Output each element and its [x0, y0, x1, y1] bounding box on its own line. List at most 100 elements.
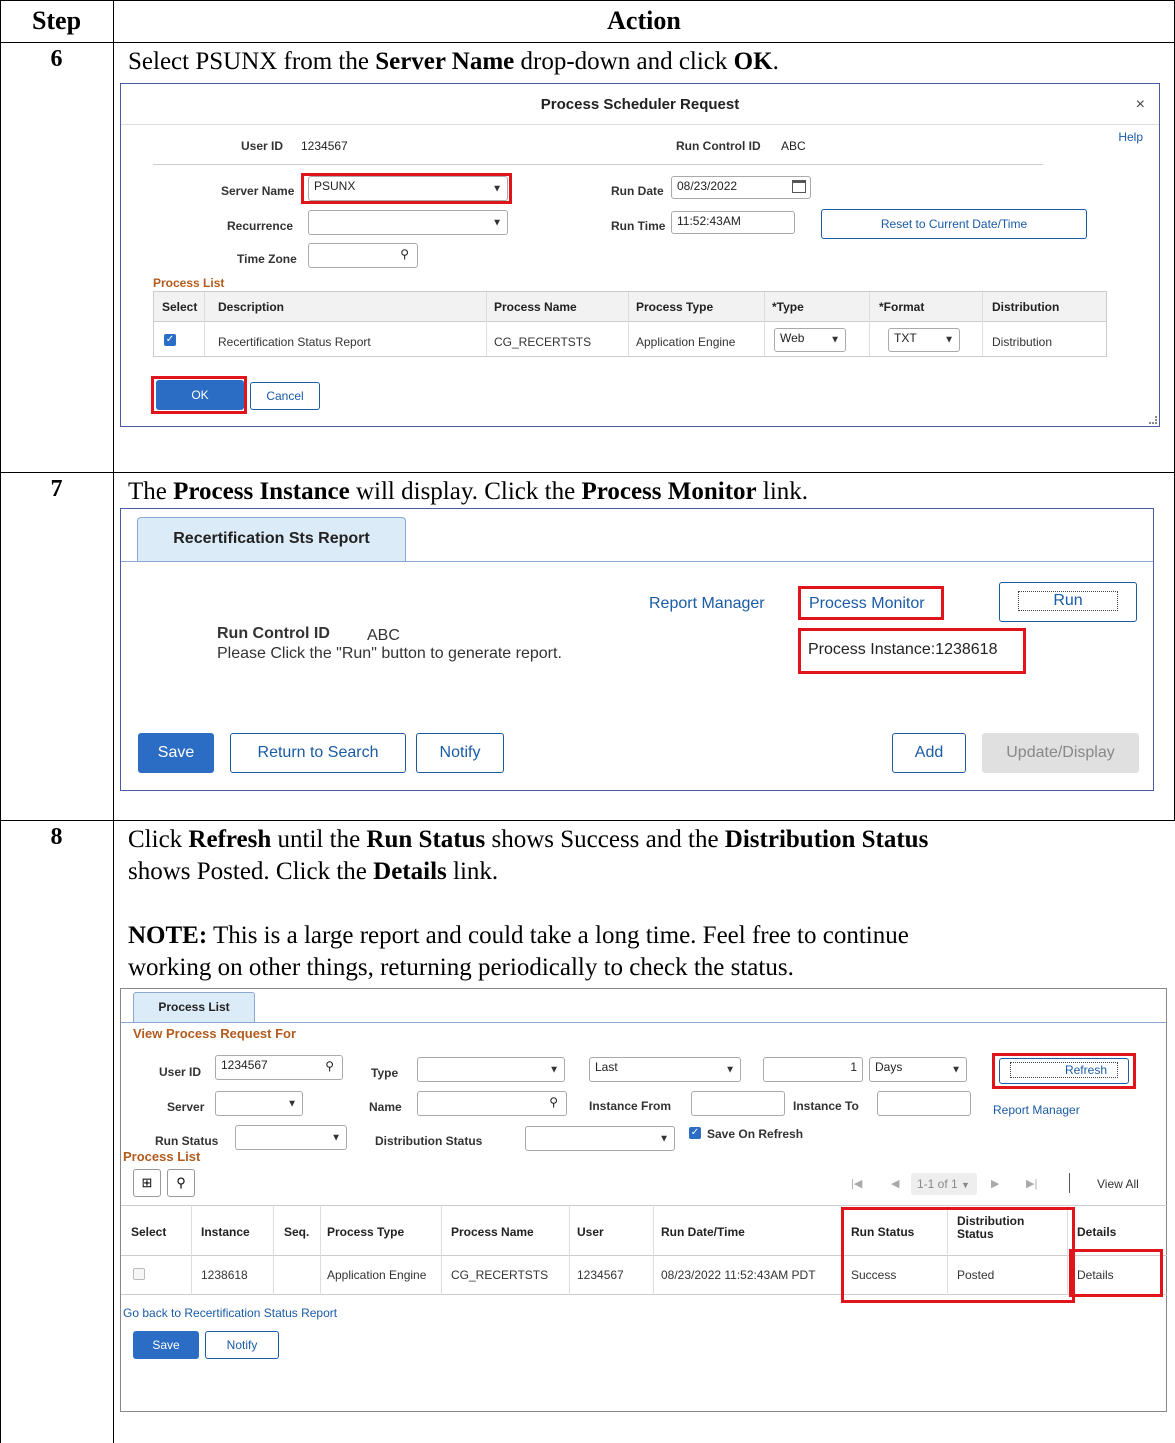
return-to-search-button[interactable]: Return to Search	[230, 733, 406, 773]
col-process-type: Process Type	[636, 300, 714, 314]
process-list-label: Process List	[123, 1149, 201, 1164]
save-on-refresh-label: Save On Refresh	[707, 1127, 804, 1141]
run-date-label: Run Date	[611, 184, 664, 198]
col-details: Details	[1077, 1225, 1117, 1239]
select-checkbox[interactable]: ✓	[164, 334, 176, 346]
next-page-icon[interactable]: ▶	[991, 1177, 999, 1190]
col-type: *Type	[772, 300, 804, 314]
user-id-input[interactable]: 1234567 ⚲	[215, 1055, 343, 1080]
instance-from-input[interactable]	[691, 1091, 785, 1116]
step7-instruction: The Process Instance will display. Click…	[128, 478, 809, 505]
last-page-icon[interactable]: ▶|	[1026, 1177, 1037, 1190]
details-link-highlight	[1069, 1249, 1163, 1297]
process-instance-text: Process Instance:1238618	[808, 641, 998, 658]
help-link[interactable]: Help	[1118, 130, 1143, 144]
col-process-type: Process Type	[327, 1225, 405, 1239]
instance-to-label: Instance To	[793, 1099, 859, 1113]
find-icon[interactable]: ⚲	[167, 1169, 195, 1197]
report-manager-link[interactable]: Report Manager	[993, 1103, 1080, 1117]
run-date-input[interactable]: 08/23/2022	[671, 176, 811, 199]
server-select[interactable]: ▼	[215, 1091, 303, 1116]
col-distribution: Distribution	[992, 300, 1060, 314]
col-description: Description	[218, 300, 285, 314]
calendar-icon[interactable]	[792, 180, 806, 193]
save-button[interactable]: Save	[138, 733, 214, 773]
chevron-down-icon: ▼	[830, 334, 840, 346]
col-seq: Seq.	[284, 1225, 310, 1239]
col-run-datetime: Run Date/Time	[661, 1225, 745, 1239]
add-button[interactable]: Add	[892, 733, 966, 773]
process-monitor-panel: Process List View Process Request For Us…	[120, 988, 1167, 1412]
process-list-label: Process List	[153, 276, 225, 290]
time-zone-label: Time Zone	[237, 252, 297, 266]
instance-from-label: Instance From	[589, 1099, 672, 1113]
run-control-id-value: ABC	[367, 627, 400, 644]
name-input[interactable]: ⚲	[417, 1091, 567, 1116]
row-process-name: CG_RECERTSTS	[494, 335, 592, 349]
refresh-button[interactable]: Refresh	[999, 1058, 1129, 1084]
step-number-6: 6	[50, 46, 63, 72]
view-all-link[interactable]: View All	[1097, 1177, 1139, 1191]
recert-report-panel: Recertification Sts Report Run Control I…	[120, 508, 1154, 791]
col-user: User	[577, 1225, 604, 1239]
col-select: Select	[131, 1225, 167, 1239]
format-select[interactable]: TXT ▼	[888, 328, 960, 352]
run-time-input[interactable]: 11:52:43AM	[671, 211, 795, 234]
search-icon[interactable]: ⚲	[549, 1095, 558, 1109]
col-process-name: Process Name	[494, 300, 577, 314]
tab-recert-sts-report[interactable]: Recertification Sts Report	[137, 517, 406, 561]
row-select-checkbox[interactable]	[133, 1268, 145, 1280]
first-page-icon[interactable]: |◀	[851, 1177, 862, 1190]
instance-to-input[interactable]	[877, 1091, 971, 1116]
chevron-down-icon: ▼	[287, 1098, 297, 1109]
last-select[interactable]: Last ▼	[589, 1057, 741, 1082]
chevron-down-icon: ▼	[961, 1180, 970, 1190]
personalize-grid-icon[interactable]: ⊞	[133, 1169, 161, 1197]
distribution-status-label: Distribution Status	[375, 1134, 483, 1148]
save-on-refresh-checkbox[interactable]: ✓	[689, 1127, 701, 1139]
notify-button[interactable]: Notify	[416, 733, 504, 773]
notify-button[interactable]: Notify	[205, 1331, 279, 1359]
run-control-id-label: Run Control ID	[676, 139, 761, 153]
server-name-highlight	[301, 173, 512, 204]
distribution-status-select[interactable]: ▼	[525, 1126, 675, 1151]
search-icon[interactable]: ⚲	[325, 1059, 334, 1073]
pager-select[interactable]: 1-1 of 1 ▼	[911, 1173, 977, 1195]
col-instance: Instance	[201, 1225, 250, 1239]
status-columns-highlight	[841, 1207, 1075, 1303]
chevron-down-icon: ▼	[944, 334, 954, 346]
search-icon[interactable]: ⚲	[400, 247, 409, 261]
step8-instruction: Click Refresh until the Run Status shows…	[128, 826, 929, 981]
row-process-type: Application Engine	[327, 1268, 427, 1282]
resize-handle-icon[interactable]	[1149, 416, 1157, 424]
recurrence-select[interactable]: ▼	[308, 210, 508, 235]
save-button[interactable]: Save	[133, 1331, 199, 1359]
ok-button-highlight	[151, 376, 247, 414]
run-button[interactable]: Run	[999, 582, 1137, 622]
user-id-value: 1234567	[301, 139, 348, 153]
run-control-id-value: ABC	[781, 139, 806, 153]
row-run-datetime: 08/23/2022 11:52:43AM PDT	[661, 1268, 816, 1282]
time-zone-input[interactable]: ⚲	[308, 243, 418, 268]
step-number-7: 7	[50, 476, 63, 502]
prev-page-icon[interactable]: ◀	[891, 1177, 899, 1190]
days-count-input[interactable]: 1	[763, 1057, 863, 1082]
type-select[interactable]: Web ▼	[774, 328, 846, 352]
type-label: Type	[371, 1066, 399, 1080]
go-back-link[interactable]: Go back to Recertification Status Report	[123, 1306, 337, 1320]
col-format: *Format	[879, 300, 925, 314]
tab-process-list[interactable]: Process List	[133, 992, 255, 1022]
run-status-select[interactable]: ▼	[235, 1125, 347, 1150]
cancel-button[interactable]: Cancel	[250, 382, 320, 410]
days-select[interactable]: Days ▼	[869, 1057, 967, 1082]
row-description: Recertification Status Report	[218, 335, 371, 349]
report-manager-link[interactable]: Report Manager	[649, 595, 765, 613]
server-label: Server	[167, 1100, 205, 1114]
reset-date-time-button[interactable]: Reset to Current Date/Time	[821, 209, 1087, 239]
distribution-link[interactable]: Distribution	[992, 335, 1052, 349]
header-action: Action	[607, 6, 681, 35]
chevron-down-icon: ▼	[659, 1133, 669, 1144]
type-select[interactable]: ▼	[417, 1057, 565, 1082]
update-display-button[interactable]: Update/Display	[982, 733, 1139, 773]
close-icon[interactable]: ×	[1136, 96, 1145, 114]
